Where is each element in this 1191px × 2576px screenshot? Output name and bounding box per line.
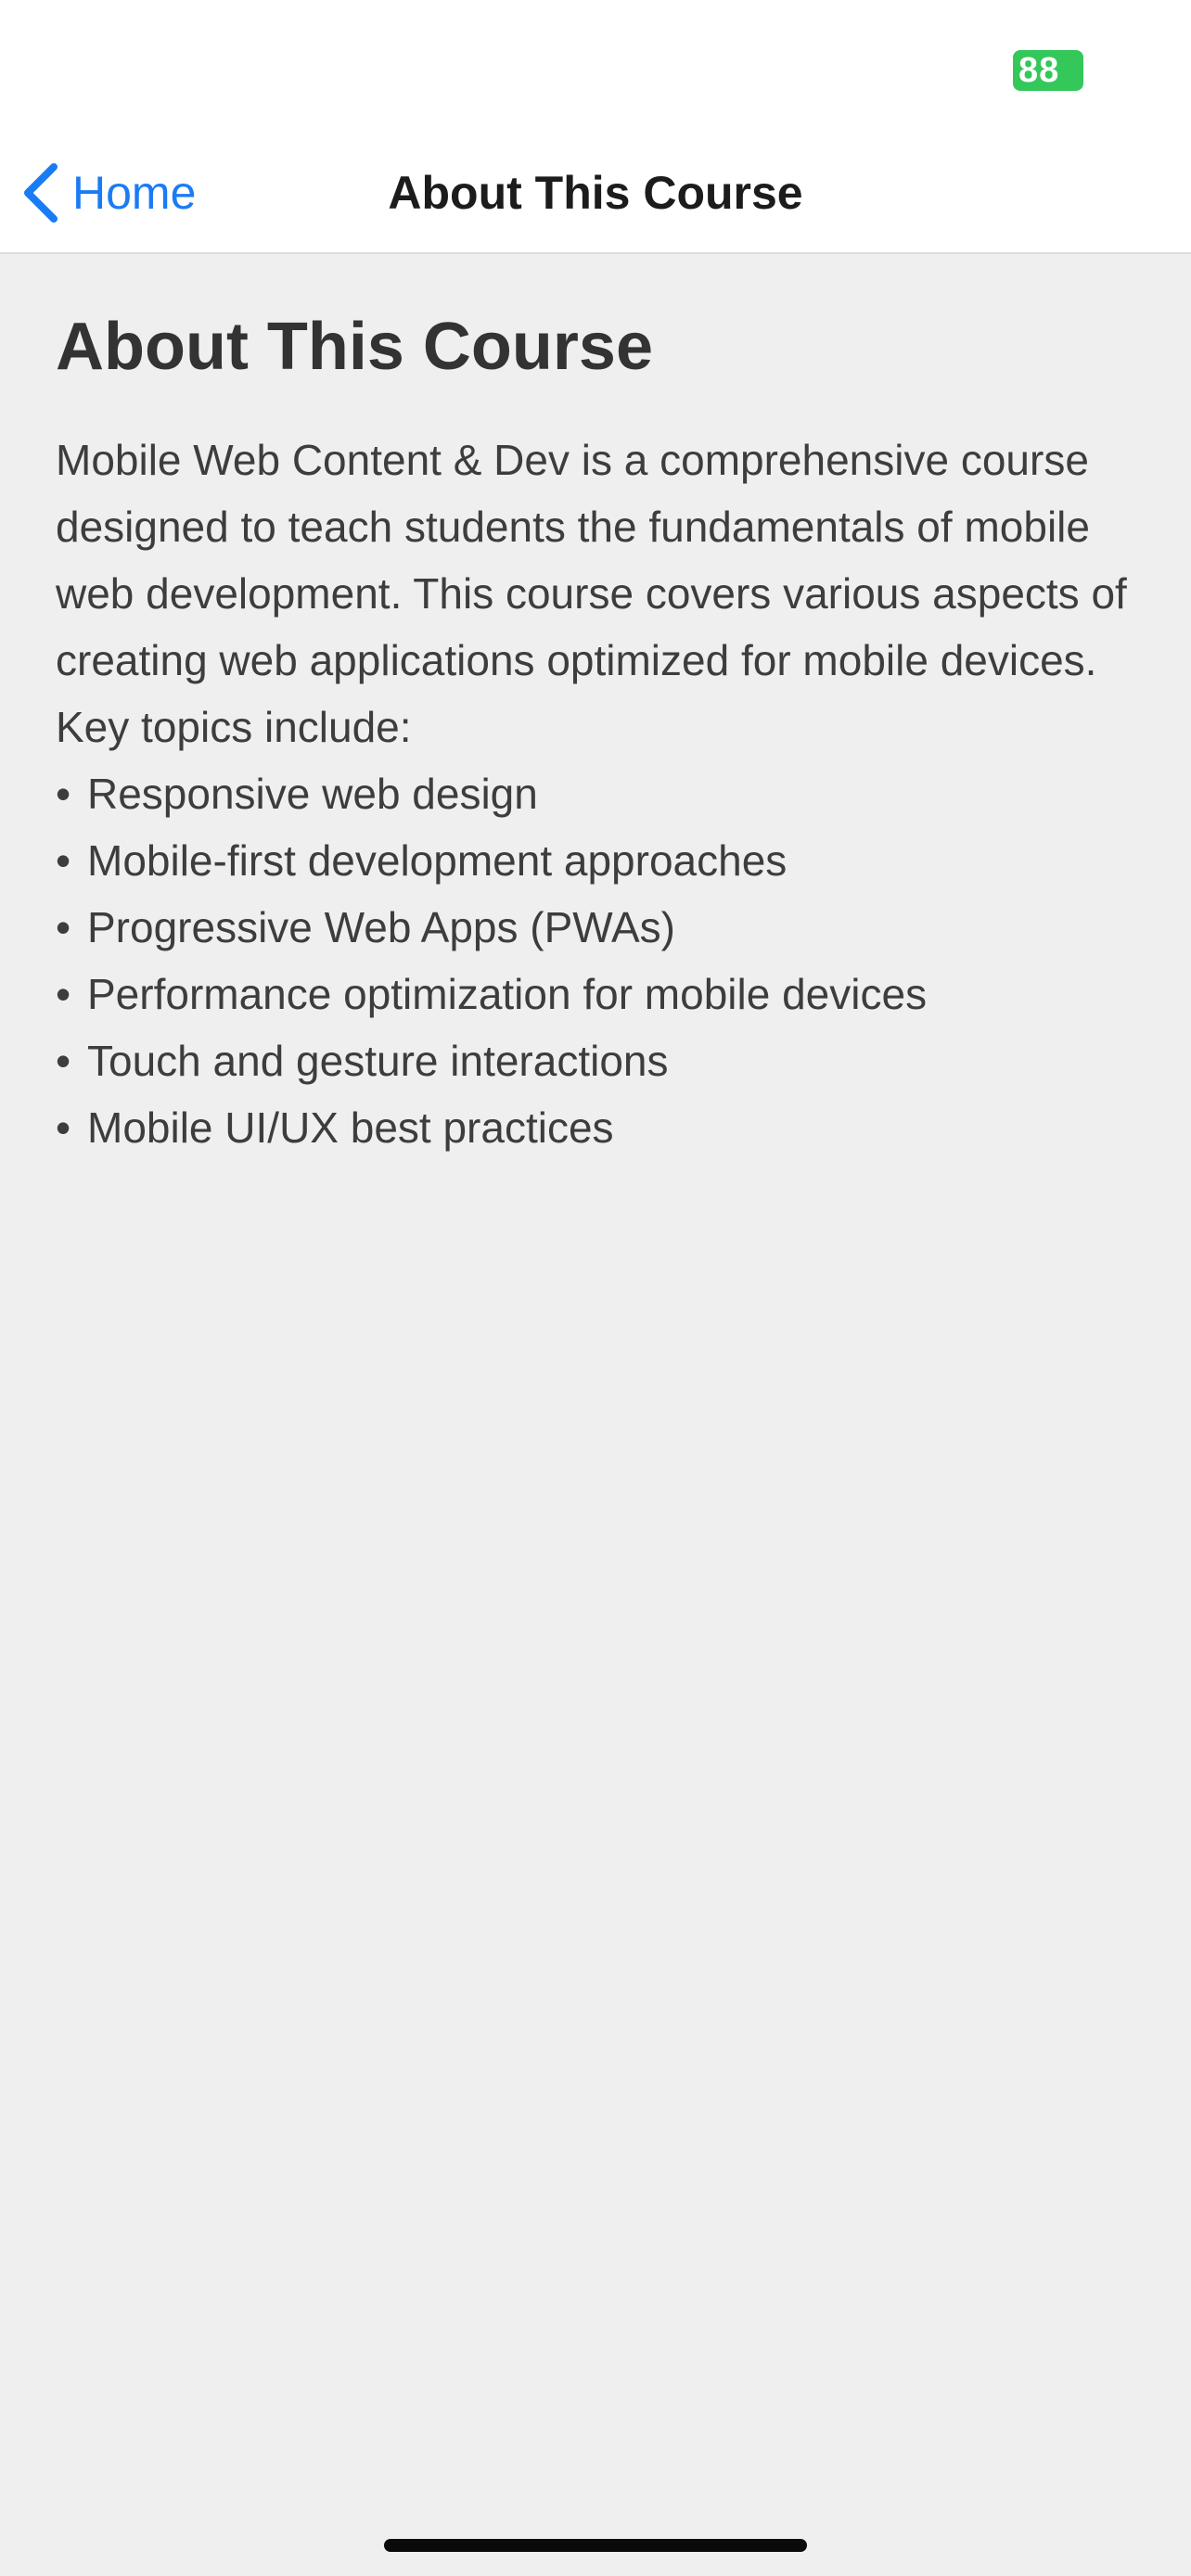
main-content: About This Course Mobile Web Content & D… <box>56 252 1141 1161</box>
bullet: • <box>56 970 71 1018</box>
list-item: • Mobile UI/UX best practices <box>56 1094 1141 1161</box>
list-item: • Progressive Web Apps (PWAs) <box>56 894 1141 961</box>
back-button-label: Home <box>72 167 197 219</box>
bullet: • <box>56 836 71 885</box>
bullet: • <box>56 1037 71 1085</box>
topic-label: Responsive web design <box>87 770 538 818</box>
back-button[interactable]: Home <box>20 158 196 228</box>
bullet: • <box>56 1103 71 1152</box>
topic-label: Performance optimization for mobile devi… <box>87 970 928 1018</box>
list-item: • Mobile-first development approaches <box>56 827 1141 894</box>
topic-list: • Responsive web design • Mobile-first d… <box>56 760 1141 1161</box>
topic-label: Progressive Web Apps (PWAs) <box>87 903 675 951</box>
battery-indicator: 88 <box>1013 50 1083 91</box>
topic-label: Mobile-first development approaches <box>87 836 788 885</box>
page-title: About This Course <box>56 310 653 384</box>
topic-label: Mobile UI/UX best practices <box>87 1103 614 1152</box>
chevron-left-icon <box>24 163 58 223</box>
bullet: • <box>56 770 71 818</box>
home-indicator[interactable] <box>384 2539 807 2552</box>
list-item: • Performance optimization for mobile de… <box>56 961 1141 1027</box>
battery-level: 88 <box>1018 51 1060 90</box>
topic-label: Touch and gesture interactions <box>87 1037 669 1085</box>
list-item: • Touch and gesture interactions <box>56 1027 1141 1094</box>
course-description: Mobile Web Content & Dev is a comprehens… <box>56 436 1127 751</box>
list-item: • Responsive web design <box>56 760 1141 827</box>
navigation-bar: Home About This Course <box>0 134 1191 254</box>
bullet: • <box>56 903 71 951</box>
status-bar: 88 <box>0 0 1191 134</box>
